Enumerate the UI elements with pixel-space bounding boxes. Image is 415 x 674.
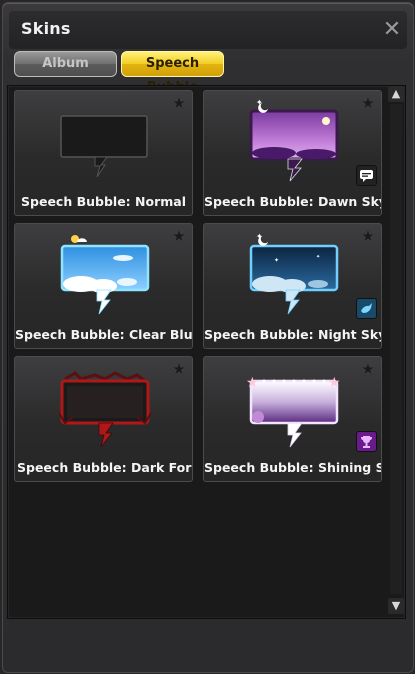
skin-label: Speech Bubble: Dark Force bbox=[17, 460, 192, 475]
trophy-icon bbox=[356, 431, 377, 452]
skin-card-clear-blue[interactable]: ★ Speech Bubble: Clear Blue bbox=[14, 223, 193, 349]
svg-text:✦: ✦ bbox=[256, 98, 263, 107]
close-icon[interactable]: ✕ bbox=[379, 17, 405, 43]
chat-icon bbox=[356, 165, 377, 186]
svg-text:✦: ✦ bbox=[316, 254, 320, 260]
tab-speech-bubble[interactable]: Speech Bubble bbox=[121, 51, 224, 95]
skin-label: Speech Bubble: Shining Sta bbox=[204, 460, 381, 475]
dark-force-bubble-preview bbox=[58, 371, 152, 448]
skin-label: Speech Bubble: Clear Blue bbox=[15, 327, 192, 342]
svg-text:★: ★ bbox=[246, 375, 259, 391]
scroll-down-arrow-icon[interactable]: ▼ bbox=[388, 598, 404, 614]
skin-label: Speech Bubble: Night Sky bbox=[204, 327, 381, 342]
svg-text:✦: ✦ bbox=[256, 232, 263, 241]
skin-label: Speech Bubble: Normal bbox=[21, 194, 186, 209]
tab-album[interactable]: Album bbox=[14, 51, 117, 77]
clear-blue-bubble-preview bbox=[60, 235, 150, 315]
svg-text:✦: ✦ bbox=[274, 257, 279, 264]
title-bar: Skins ✕ bbox=[9, 11, 407, 49]
skin-card-dark-force[interactable]: ★ Speech Bubble: Dark Force bbox=[14, 356, 193, 482]
skin-card-normal[interactable]: ★ Speech Bubble: Normal bbox=[14, 90, 193, 216]
scrollbar-track[interactable] bbox=[390, 104, 402, 594]
normal-bubble-preview bbox=[60, 115, 148, 178]
whale-icon bbox=[356, 298, 377, 319]
skin-card-shining-star[interactable]: ★ ★ ★ Speech Bubble: Shining Sta bbox=[203, 356, 382, 482]
skin-card-night-sky[interactable]: ★ ✦ ✦ ✦ Speech Bubble: Night Sky bbox=[203, 223, 382, 349]
skin-label: Speech Bubble: Dawn Sky bbox=[204, 194, 381, 209]
skin-card-dawn-sky[interactable]: ★ ✦ Speech Bubble: Dawn Sky bbox=[203, 90, 382, 216]
svg-text:★: ★ bbox=[328, 375, 341, 391]
window-title: Skins bbox=[21, 19, 71, 38]
scroll-up-arrow-icon[interactable]: ▲ bbox=[388, 86, 404, 102]
